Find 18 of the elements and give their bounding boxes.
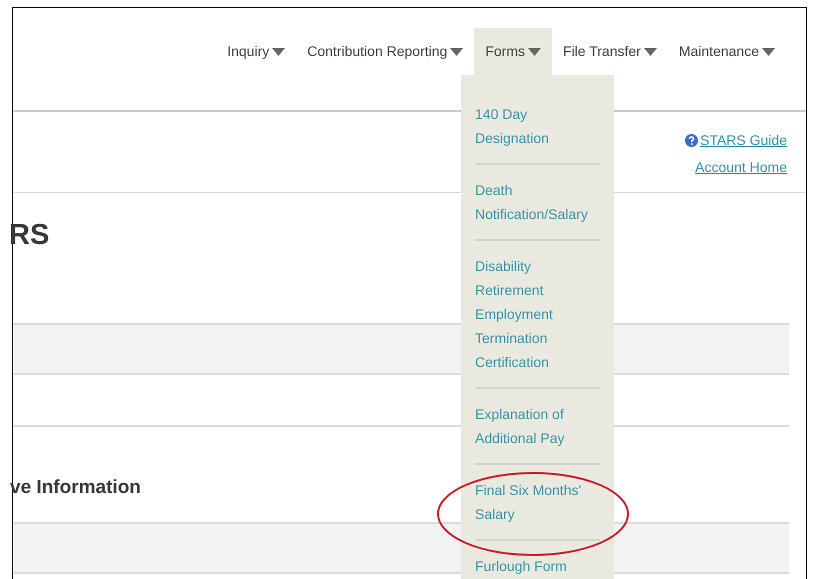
menu-item[interactable]: Furlough Form [475, 554, 600, 578]
help-icon [685, 134, 698, 147]
caret-icon [644, 48, 657, 56]
account-home-link[interactable]: Account Home [695, 157, 787, 178]
caret-icon [762, 48, 775, 56]
caret-icon [272, 48, 286, 56]
nav-tab[interactable]: Maintenance [668, 28, 786, 75]
menu-item[interactable]: Disability Retirement Employment Termination Certification [475, 254, 600, 374]
nav-tab[interactable]: Contribution Reporting [296, 28, 474, 75]
menu-item[interactable]: 140 Day Designation [475, 102, 600, 150]
menu-item[interactable]: Explanation of Additional Pay [475, 402, 600, 450]
nav-tab[interactable]: Inquiry [216, 28, 296, 75]
caret-icon [528, 48, 542, 56]
help-link[interactable]: STARS Guide [685, 130, 787, 151]
nav-tab[interactable]: Forms [474, 28, 552, 75]
nav-tab[interactable]: File Transfer [552, 28, 668, 75]
menu-item[interactable]: Death Notification/Salary [475, 178, 600, 226]
caret-icon [450, 48, 464, 56]
